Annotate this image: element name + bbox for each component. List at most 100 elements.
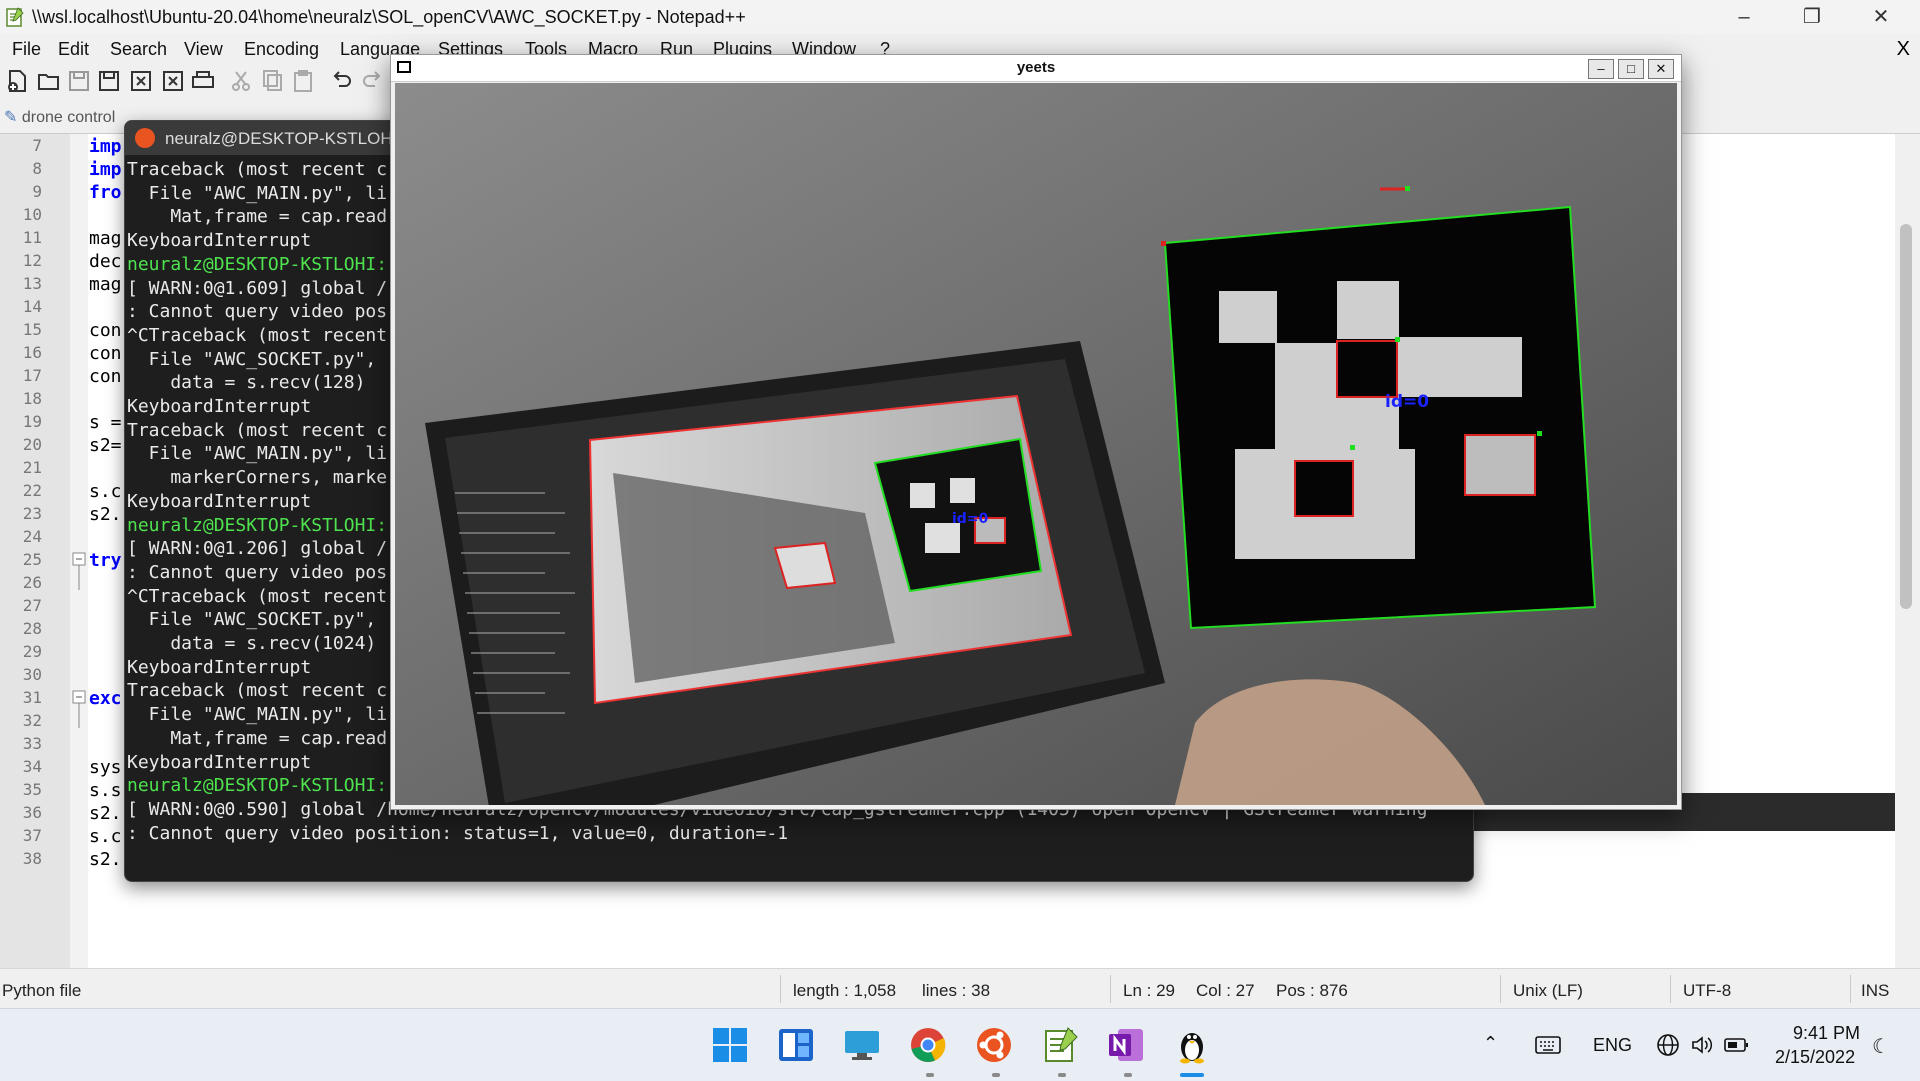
line-number: 15 (22, 320, 42, 339)
terminal-line: data = s.recv(128) (127, 372, 366, 394)
cut-icon[interactable] (228, 68, 254, 94)
terminal-line: Mat,frame = cap.read (127, 727, 388, 749)
close-button[interactable]: ✕ (1852, 0, 1910, 34)
line-number: 13 (22, 274, 42, 293)
code-fragment: s.c (89, 826, 122, 847)
fold-toggle-icon[interactable] (70, 688, 88, 728)
onenote-icon[interactable] (1106, 1025, 1146, 1065)
status-column: Col : 27 (1196, 981, 1255, 1000)
code-fragment: mag (89, 228, 122, 249)
widgets-icon[interactable] (776, 1025, 816, 1065)
close-all-icon[interactable] (160, 68, 186, 94)
save-icon[interactable] (66, 68, 92, 94)
line-number: 17 (22, 366, 42, 385)
fold-margin (70, 134, 88, 968)
undo-icon[interactable] (328, 68, 354, 94)
keyboard-icon[interactable] (1535, 1035, 1561, 1055)
line-number: 31 (22, 688, 42, 707)
save-all-icon[interactable] (96, 68, 122, 94)
code-fragment: s.s (89, 780, 122, 801)
menu-search[interactable]: Search (110, 39, 167, 60)
terminal-line: ^CTraceback (most recent (127, 585, 388, 607)
start-icon[interactable] (710, 1025, 750, 1065)
terminal-prompt-line: neuralz@DESKTOP-KSTLOHI: (127, 775, 388, 797)
print-icon[interactable] (190, 68, 216, 94)
status-eol: Unix (LF) (1513, 981, 1583, 1000)
chrome-icon[interactable] (908, 1025, 948, 1065)
minimize-button[interactable]: – (1588, 59, 1614, 79)
code-fragment: mag (89, 274, 122, 295)
open-folder-icon[interactable] (36, 68, 62, 94)
line-number: 18 (22, 389, 42, 408)
menu-edit[interactable]: Edit (58, 39, 89, 60)
pencil-icon: ✎ (4, 109, 18, 126)
status-divider (1850, 975, 1851, 1003)
line-number: 22 (22, 481, 42, 500)
status-encoding: UTF-8 (1683, 981, 1732, 1000)
status-divider (1110, 975, 1111, 1003)
line-number: 27 (22, 596, 42, 615)
remote-desktop-icon[interactable] (842, 1025, 882, 1065)
line-number: 24 (22, 527, 42, 546)
paste-icon[interactable] (290, 68, 316, 94)
line-number-gutter: 7 8 9 10 11 12 13 14 15 16 17 18 19 20 2… (0, 134, 70, 968)
terminal-line: KeyboardInterrupt (127, 230, 312, 252)
status-length: length : 1,058 (793, 981, 897, 1000)
status-file-type: Python file (2, 981, 82, 1000)
active-indicator (1180, 1073, 1204, 1077)
close-button[interactable]: ✕ (1648, 59, 1674, 79)
new-file-icon[interactable] (4, 68, 30, 94)
status-divider (780, 975, 781, 1003)
battery-icon[interactable] (1724, 1035, 1750, 1055)
line-number: 30 (22, 665, 42, 684)
clock-time[interactable]: 9:41 PM (1793, 1023, 1860, 1044)
clock-date[interactable]: 2/15/2022 (1775, 1047, 1855, 1068)
code-fragment: imp (89, 136, 122, 157)
tab-label: drone control (21, 109, 116, 126)
marker-id-label: id=0 (1385, 392, 1429, 412)
window-title: \\wsl.localhost\Ubuntu-20.04\home\neural… (32, 7, 746, 27)
minimize-button[interactable]: – (1715, 0, 1773, 34)
code-fragment: s2. (89, 504, 122, 525)
terminal-line: File "AWC_SOCKET.py", (127, 348, 377, 370)
terminal-line: File "AWC_MAIN.py", li (127, 182, 388, 204)
fold-toggle-icon[interactable] (70, 550, 88, 590)
menu-view[interactable]: View (184, 39, 223, 60)
chevron-up-icon[interactable]: ⌃ (1483, 1033, 1498, 1054)
code-fragment: imp (89, 159, 122, 180)
terminal-line: Traceback (most recent c (127, 419, 388, 441)
marker-red-cell (1464, 434, 1536, 496)
line-number: 10 (22, 205, 42, 224)
line-number: 26 (22, 573, 42, 592)
globe-icon[interactable] (1656, 1033, 1680, 1057)
close-file-icon[interactable] (128, 68, 154, 94)
scrollbar-thumb[interactable] (1900, 224, 1912, 609)
line-number: 29 (22, 642, 42, 661)
menu-file[interactable]: File (12, 39, 41, 60)
moon-icon[interactable]: ☾ (1872, 1034, 1890, 1059)
tab-drone-control[interactable]: ✎ drone control (4, 107, 115, 127)
notepadpp-app-icon (6, 7, 24, 27)
ubuntu-taskbar-icon[interactable] (974, 1025, 1014, 1065)
notepadpp-taskbar-icon[interactable] (1040, 1025, 1080, 1065)
language-indicator[interactable]: ENG (1593, 1035, 1632, 1056)
code-fragment: sys (89, 757, 122, 778)
nested-marker-id-label: id=0 (952, 511, 989, 527)
code-fragment: con (89, 320, 122, 341)
opencv-window: yeets – □ ✕ id=0 id=0 (390, 54, 1682, 810)
linux-tux-icon[interactable] (1172, 1025, 1212, 1065)
terminal-line: ^CTraceback (most recent (127, 324, 388, 346)
redo-icon[interactable] (360, 68, 386, 94)
restore-button[interactable]: ❐ (1783, 0, 1841, 34)
code-fragment: s2. (89, 849, 122, 870)
line-number: 36 (22, 803, 42, 822)
copy-icon[interactable] (260, 68, 286, 94)
running-indicator (926, 1073, 934, 1077)
vertical-scrollbar[interactable] (1895, 134, 1920, 968)
close-document-x[interactable]: X (1897, 38, 1910, 61)
line-number: 8 (32, 159, 42, 178)
maximize-button[interactable]: □ (1618, 59, 1644, 79)
line-number: 23 (22, 504, 42, 523)
volume-icon[interactable] (1690, 1033, 1714, 1057)
menu-encoding[interactable]: Encoding (244, 39, 319, 60)
